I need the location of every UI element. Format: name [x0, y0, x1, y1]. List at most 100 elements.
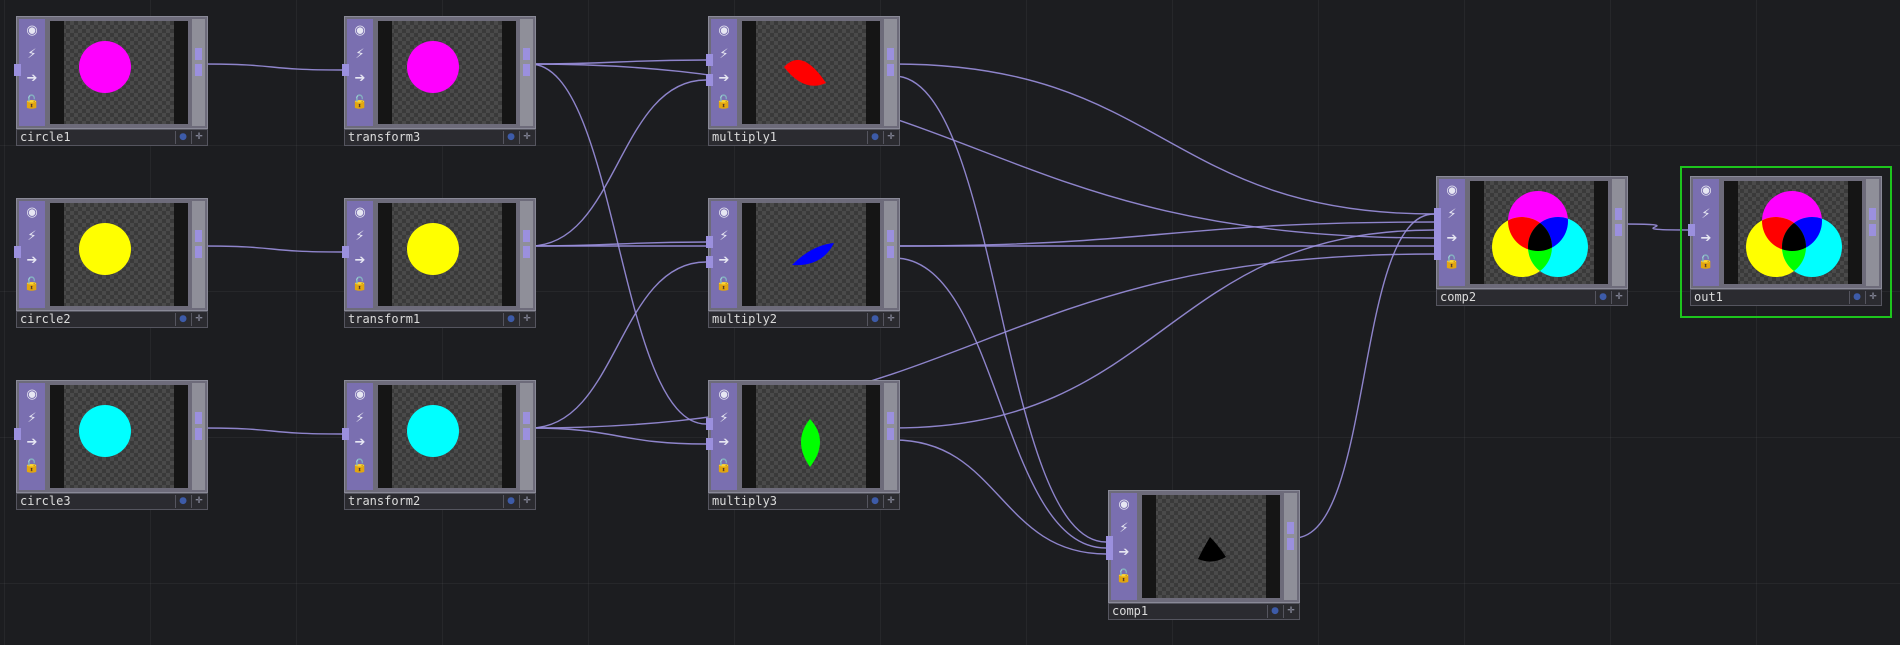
bypass-arrow-icon[interactable]: ➔ [714, 251, 734, 271]
node-body[interactable]: ◉ ⚡ ➔ 🔓 [708, 380, 900, 493]
output-connector[interactable] [887, 412, 894, 424]
node-label-bar[interactable]: multiply1 ● ✛ [708, 129, 900, 146]
node-label-bar[interactable]: comp1 ● ✛ [1108, 603, 1300, 620]
node-body[interactable]: ◉ ⚡ ➔ 🔓 [708, 198, 900, 311]
node-multiply3[interactable]: ◉ ⚡ ➔ 🔓 multiply3 ● ✛ [706, 380, 900, 512]
lock-icon[interactable]: 🔓 [1696, 253, 1716, 273]
pin-icon[interactable]: ✛ [883, 495, 898, 508]
node-name[interactable]: circle1 [20, 130, 71, 145]
cook-icon[interactable]: ⚡ [714, 45, 734, 65]
cook-icon[interactable]: ⚡ [714, 227, 734, 247]
pin-icon[interactable]: ✛ [1865, 291, 1880, 304]
node-name[interactable]: multiply3 [712, 494, 777, 509]
node-viewer[interactable] [742, 21, 880, 124]
node-label-bar[interactable]: circle1 ● ✛ [16, 129, 208, 146]
lock-icon[interactable]: 🔓 [350, 457, 370, 477]
node-circle2[interactable]: ◉ ⚡ ➔ 🔓 circle2 ● ✛ [14, 198, 208, 330]
viewer-active-icon[interactable]: ● [175, 495, 190, 508]
output-connector[interactable] [195, 64, 202, 76]
output-connector[interactable] [1869, 208, 1876, 220]
node-name[interactable]: out1 [1694, 290, 1723, 305]
node-label-bar[interactable]: multiply3 ● ✛ [708, 493, 900, 510]
input-connector[interactable] [706, 54, 713, 66]
cook-icon[interactable]: ⚡ [714, 409, 734, 429]
bypass-arrow-icon[interactable]: ➔ [22, 69, 42, 89]
output-connector[interactable] [887, 230, 894, 242]
node-transform2[interactable]: ◉ ⚡ ➔ 🔓 transform2 ● ✛ [342, 380, 536, 512]
cook-icon[interactable]: ⚡ [350, 409, 370, 429]
bypass-arrow-icon[interactable]: ➔ [350, 69, 370, 89]
node-body[interactable]: ◉ ⚡ ➔ 🔓 [344, 16, 536, 129]
node-viewer[interactable] [378, 203, 516, 306]
input-connector[interactable] [1688, 224, 1695, 236]
output-connector[interactable] [887, 246, 894, 258]
viewer-toggle-icon[interactable]: ◉ [714, 385, 734, 405]
pin-icon[interactable]: ✛ [883, 131, 898, 144]
input-connector[interactable] [342, 428, 349, 440]
node-viewer[interactable] [50, 203, 188, 306]
output-connector[interactable] [523, 246, 530, 258]
node-name[interactable]: multiply2 [712, 312, 777, 327]
viewer-toggle-icon[interactable]: ◉ [350, 203, 370, 223]
node-body[interactable]: ◉ ⚡ ➔ 🔓 [1108, 490, 1300, 603]
viewer-active-icon[interactable]: ● [503, 313, 518, 326]
output-connector[interactable] [1615, 208, 1622, 220]
node-name[interactable]: comp1 [1112, 604, 1148, 619]
node-body[interactable]: ◉ ⚡ ➔ 🔓 [344, 198, 536, 311]
input-connector[interactable] [342, 246, 349, 258]
bypass-arrow-icon[interactable]: ➔ [22, 251, 42, 271]
node-label-bar[interactable]: transform3 ● ✛ [344, 129, 536, 146]
viewer-toggle-icon[interactable]: ◉ [22, 385, 42, 405]
viewer-toggle-icon[interactable]: ◉ [350, 21, 370, 41]
viewer-toggle-icon[interactable]: ◉ [350, 385, 370, 405]
lock-icon[interactable]: 🔓 [1442, 253, 1462, 273]
node-out1[interactable]: ◉ ⚡ ➔ 🔓 out1 ● ✛ [1680, 166, 1892, 318]
viewer-toggle-icon[interactable]: ◉ [1114, 495, 1134, 515]
viewer-toggle-icon[interactable]: ◉ [714, 21, 734, 41]
viewer-toggle-icon[interactable]: ◉ [714, 203, 734, 223]
node-viewer[interactable] [1724, 181, 1862, 284]
node-label-bar[interactable]: transform2 ● ✛ [344, 493, 536, 510]
node-body[interactable]: ◉ ⚡ ➔ 🔓 [16, 198, 208, 311]
cook-icon[interactable]: ⚡ [350, 45, 370, 65]
lock-icon[interactable]: 🔓 [350, 275, 370, 295]
node-circle3[interactable]: ◉ ⚡ ➔ 🔓 circle3 ● ✛ [14, 380, 208, 512]
node-comp1[interactable]: ◉ ⚡ ➔ 🔓 comp1 ● ✛ [1106, 490, 1300, 622]
viewer-active-icon[interactable]: ● [175, 313, 190, 326]
viewer-toggle-icon[interactable]: ◉ [22, 21, 42, 41]
lock-icon[interactable]: 🔓 [1114, 567, 1134, 587]
pin-icon[interactable]: ✛ [191, 313, 206, 326]
output-connector[interactable] [523, 428, 530, 440]
pin-icon[interactable]: ✛ [519, 495, 534, 508]
node-name[interactable]: transform3 [348, 130, 420, 145]
cook-icon[interactable]: ⚡ [22, 227, 42, 247]
node-body[interactable]: ◉ ⚡ ➔ 🔓 [1690, 176, 1882, 289]
bypass-arrow-icon[interactable]: ➔ [22, 433, 42, 453]
viewer-active-icon[interactable]: ● [175, 131, 190, 144]
viewer-active-icon[interactable]: ● [1849, 291, 1864, 304]
output-connector[interactable] [523, 412, 530, 424]
node-multiply2[interactable]: ◉ ⚡ ➔ 🔓 multiply2 ● ✛ [706, 198, 900, 330]
node-transform1[interactable]: ◉ ⚡ ➔ 🔓 transform1 ● ✛ [342, 198, 536, 330]
node-name[interactable]: multiply1 [712, 130, 777, 145]
node-viewer[interactable] [1470, 181, 1608, 284]
cook-icon[interactable]: ⚡ [1442, 205, 1462, 225]
lock-icon[interactable]: 🔓 [714, 457, 734, 477]
output-connector[interactable] [195, 428, 202, 440]
viewer-active-icon[interactable]: ● [867, 495, 882, 508]
viewer-active-icon[interactable]: ● [1267, 605, 1282, 618]
node-multiply1[interactable]: ◉ ⚡ ➔ 🔓 multiply1 ● ✛ [706, 16, 900, 148]
node-label-bar[interactable]: comp2 ● ✛ [1436, 289, 1628, 306]
viewer-toggle-icon[interactable]: ◉ [1442, 181, 1462, 201]
cook-icon[interactable]: ⚡ [22, 409, 42, 429]
node-label-bar[interactable]: circle2 ● ✛ [16, 311, 208, 328]
input-connector[interactable] [706, 74, 713, 86]
input-connector[interactable] [14, 64, 21, 76]
input-connector[interactable] [1106, 548, 1113, 560]
node-viewer[interactable] [742, 385, 880, 488]
viewer-active-icon[interactable]: ● [867, 313, 882, 326]
node-name[interactable]: transform1 [348, 312, 420, 327]
lock-icon[interactable]: 🔓 [22, 93, 42, 113]
lock-icon[interactable]: 🔓 [22, 275, 42, 295]
input-connector[interactable] [1434, 248, 1441, 260]
